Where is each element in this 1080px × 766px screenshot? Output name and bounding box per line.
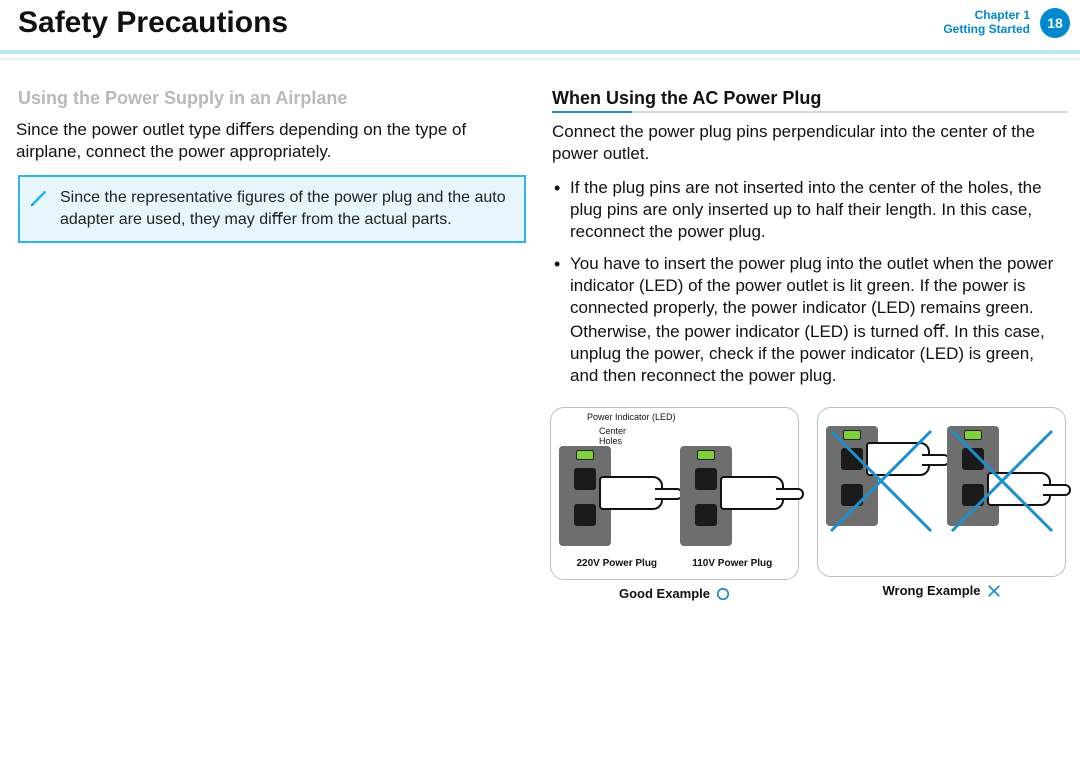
diagram-row: Power Indicator (LED) Center Holes bbox=[550, 407, 1066, 601]
plug-220v-illustration bbox=[559, 446, 669, 556]
good-example-caption: Good Example bbox=[550, 586, 799, 601]
wrong-example-box bbox=[817, 407, 1066, 577]
wrong-example-caption: Wrong Example bbox=[817, 583, 1066, 598]
otherwise-text: Otherwise, the power indicator (LED) is … bbox=[570, 321, 1064, 387]
center-holes-label: Center Holes bbox=[599, 426, 626, 446]
page-title: Safety Precautions bbox=[18, 6, 288, 40]
plug-110v-label: 110V Power Plug bbox=[675, 558, 791, 569]
wrong-plug-2-illustration bbox=[947, 426, 1057, 536]
chapter-label: Chapter 1 Getting Started bbox=[943, 8, 1030, 36]
x-icon bbox=[987, 584, 1001, 598]
section-title-ac-plug: When Using the AC Power Plug bbox=[552, 88, 1066, 109]
page-number-badge: 18 bbox=[1040, 8, 1070, 38]
chapter-line-1: Chapter 1 bbox=[943, 8, 1030, 22]
right-column: When Using the AC Power Plug Connect the… bbox=[550, 74, 1066, 601]
bullet-text-2: You have to insert the power plug into t… bbox=[570, 254, 1053, 317]
note-text: Since the representative ﬁgures of the p… bbox=[60, 189, 506, 228]
section-underline bbox=[552, 111, 1068, 113]
circle-icon bbox=[716, 587, 730, 601]
left-column: Using the Power Supply in an Airplane Si… bbox=[14, 74, 530, 243]
ac-intro-text: Connect the power plug pins perpendicula… bbox=[552, 121, 1064, 165]
good-example-label: Good Example bbox=[619, 586, 710, 601]
note-icon bbox=[28, 187, 50, 209]
list-item: If the plug pins are not inserted into t… bbox=[552, 177, 1064, 243]
good-example-box: Power Indicator (LED) Center Holes bbox=[550, 407, 799, 580]
plug-220v-label: 220V Power Plug bbox=[559, 558, 675, 569]
wrong-example-label: Wrong Example bbox=[882, 583, 980, 598]
page-header: Safety Precautions Chapter 1 Getting Sta… bbox=[0, 0, 1080, 54]
wrong-plug-1-illustration bbox=[826, 426, 936, 536]
bullet-text-1: If the plug pins are not inserted into t… bbox=[570, 178, 1042, 241]
section-title-airplane: Using the Power Supply in an Airplane bbox=[18, 88, 530, 109]
airplane-intro-text: Since the power outlet type diﬀers depen… bbox=[16, 119, 528, 163]
note-box: Since the representative ﬁgures of the p… bbox=[18, 175, 526, 243]
list-item: You have to insert the power plug into t… bbox=[552, 253, 1064, 387]
power-indicator-label: Power Indicator (LED) bbox=[587, 412, 676, 422]
chapter-line-2: Getting Started bbox=[943, 22, 1030, 36]
ac-bullet-list: If the plug pins are not inserted into t… bbox=[552, 177, 1064, 387]
plug-110v-illustration bbox=[680, 446, 790, 556]
